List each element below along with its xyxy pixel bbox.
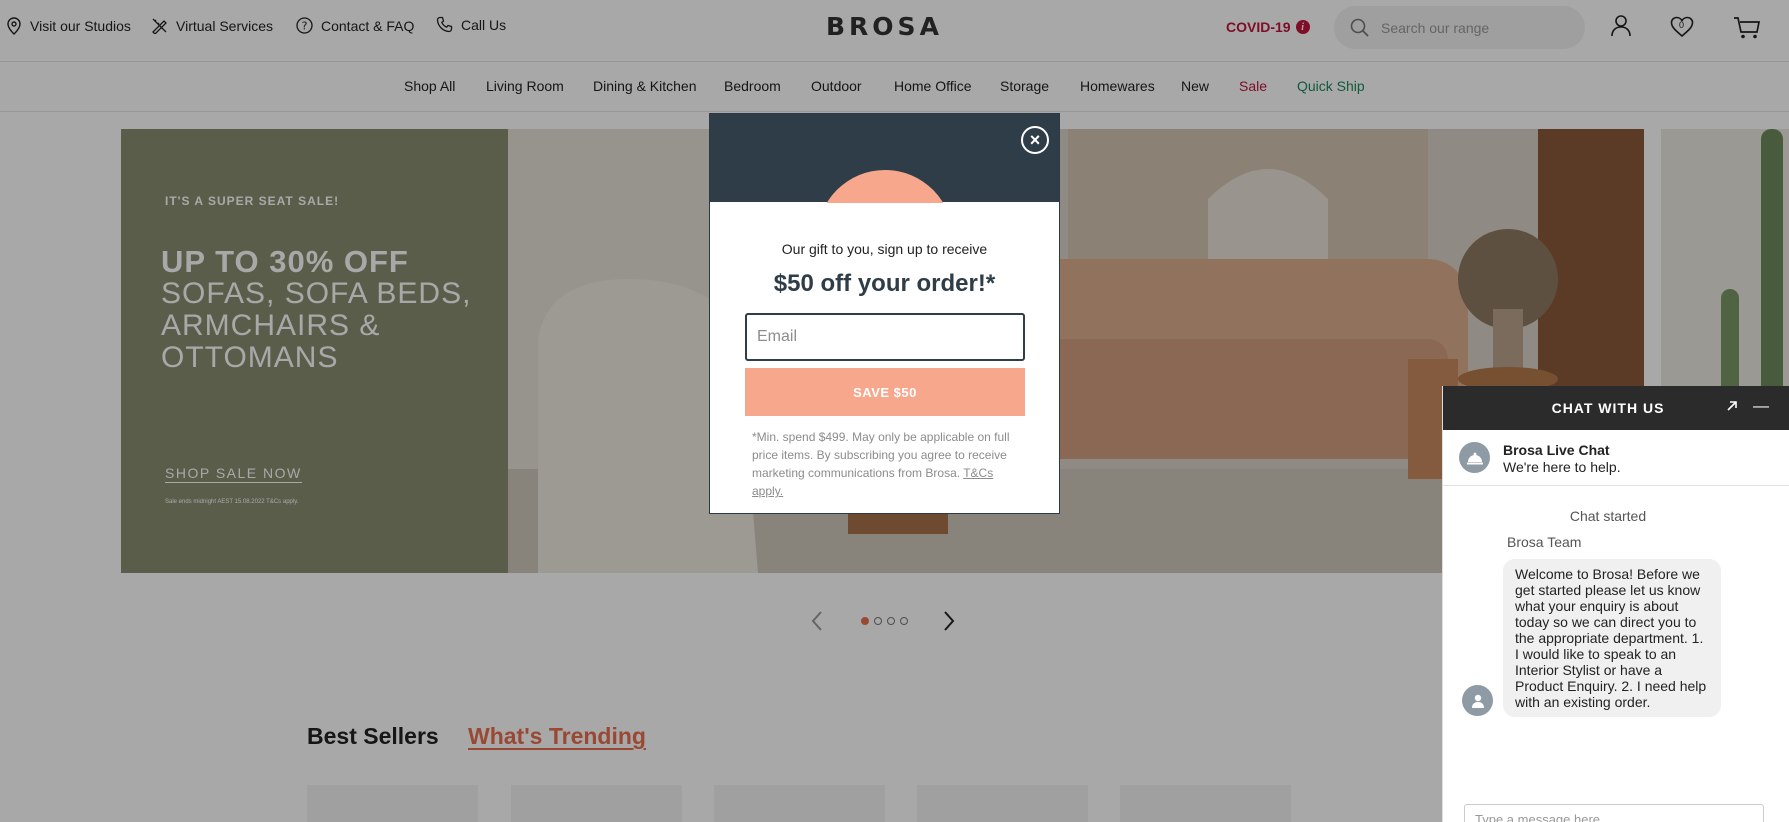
save-button[interactable]: SAVE $50 bbox=[745, 368, 1025, 416]
chat-sender: Brosa Team bbox=[1507, 534, 1582, 550]
email-field[interactable] bbox=[745, 313, 1025, 361]
chat-agent-info: Brosa Live Chat We're here to help. bbox=[1443, 430, 1789, 486]
avatar bbox=[1462, 685, 1493, 716]
chat-agent-tagline: We're here to help. bbox=[1503, 459, 1621, 475]
rainbow-arch-icon bbox=[826, 170, 944, 203]
modal-intro: Our gift to you, sign up to receive bbox=[781, 241, 988, 257]
chat-message-input[interactable] bbox=[1464, 804, 1764, 822]
chat-status: Chat started bbox=[1569, 508, 1647, 524]
chat-title: CHAT WITH US bbox=[1551, 400, 1665, 416]
modal-fine-print: *Min. spend $499. May only be applicable… bbox=[752, 428, 1020, 500]
user-icon bbox=[1471, 694, 1484, 708]
avatar bbox=[1459, 442, 1490, 473]
bell-icon bbox=[1466, 452, 1483, 464]
chat-message: Welcome to Brosa! Before we get started … bbox=[1503, 559, 1721, 717]
close-button[interactable]: × bbox=[1021, 126, 1049, 154]
chat-header: CHAT WITH US — bbox=[1443, 386, 1789, 430]
external-link-icon[interactable] bbox=[1725, 399, 1739, 413]
chat-widget: CHAT WITH US — Brosa Live Chat We're her… bbox=[1442, 386, 1789, 822]
chat-agent-name: Brosa Live Chat bbox=[1503, 442, 1610, 458]
minimize-button[interactable]: — bbox=[1753, 398, 1769, 416]
modal-offer: $50 off your order!* bbox=[773, 270, 996, 297]
signup-modal: × Our gift to you, sign up to receive $5… bbox=[709, 113, 1060, 514]
